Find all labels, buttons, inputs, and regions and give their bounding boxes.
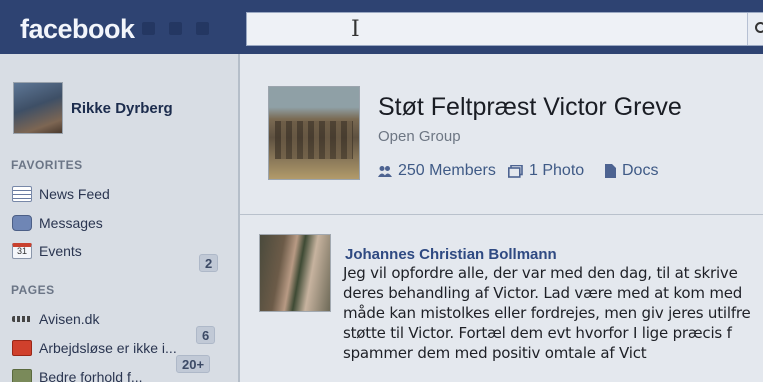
docs-icon	[605, 164, 616, 178]
group-type: Open Group	[378, 128, 461, 145]
left-sidebar: Rikke Dyrberg FAVORITES News Feed Messag…	[0, 54, 238, 382]
sidebar-item-messages[interactable]: Messages	[12, 212, 103, 234]
photos-link[interactable]: 1 Photo	[508, 162, 584, 180]
sidebar-item-label: Bedre forhold f...	[39, 369, 143, 382]
avisen-count-badge: 6	[196, 326, 216, 344]
user-avatar[interactable]	[13, 82, 63, 134]
friend-requests-icon[interactable]	[142, 22, 155, 35]
user-name[interactable]: Rikke Dyrberg	[71, 100, 173, 117]
group-cover-photo[interactable]	[268, 86, 360, 180]
sidebar-item-bedre[interactable]: Bedre forhold f...	[12, 366, 143, 382]
text-cursor-icon: I	[351, 17, 360, 42]
header-divider	[240, 214, 763, 215]
members-count: 250 Members	[398, 162, 496, 179]
page-icon	[12, 369, 32, 382]
group-title[interactable]: Støt Feltpræst Victor Greve	[378, 93, 682, 122]
sidebar-item-label: Avisen.dk	[39, 311, 100, 327]
search-input[interactable]: I	[246, 12, 763, 46]
post-text-line: spammer dem med positiv omtale af Vict	[343, 344, 647, 362]
sidebar-item-events[interactable]: 31 Events	[12, 240, 82, 262]
page-icon	[12, 316, 32, 322]
post-text-line: deres behandling af Victor. Lad være med…	[343, 284, 743, 302]
docs-label: Docs	[622, 162, 659, 179]
sidebar-item-avisen[interactable]: Avisen.dk	[12, 308, 99, 330]
photos-count: 1 Photo	[529, 162, 585, 179]
notification-jewels	[142, 22, 209, 35]
messages-icon[interactable]	[169, 22, 182, 35]
members-link[interactable]: 250 Members	[378, 162, 496, 180]
favorites-heading: FAVORITES	[11, 158, 83, 172]
photos-icon	[508, 164, 523, 178]
notifications-icon[interactable]	[196, 22, 209, 35]
post-text-line: støtte til Victor. Fortæl dem evt hvorfo…	[343, 324, 732, 342]
search-icon	[755, 22, 763, 33]
members-icon	[378, 165, 392, 177]
page-icon	[12, 340, 32, 356]
sidebar-item-label: Events	[39, 243, 82, 259]
news-feed-icon	[12, 186, 32, 202]
post-text-line: Jeg vil opfordre alle, der var med den d…	[343, 264, 738, 282]
search-button[interactable]	[747, 13, 763, 45]
pages-heading: PAGES	[11, 283, 55, 297]
top-bar: facebook I	[0, 0, 763, 54]
messages-icon	[12, 215, 32, 231]
facebook-logo[interactable]: facebook	[20, 14, 135, 45]
docs-link[interactable]: Docs	[605, 162, 658, 180]
sidebar-item-news-feed[interactable]: News Feed	[12, 183, 110, 205]
sidebar-item-label: Arbejdsløse er ikke i...	[39, 340, 177, 356]
main-content: Støt Feltpræst Victor Greve Open Group 2…	[240, 54, 763, 382]
sidebar-item-label: News Feed	[39, 186, 110, 202]
arbejdslose-count-badge: 20+	[176, 355, 211, 373]
sidebar-item-arbejdslose[interactable]: Arbejdsløse er ikke i...	[12, 337, 177, 359]
events-count-badge: 2	[199, 254, 219, 272]
post-text-line: måde kan mistolkes eller fordrejes, men …	[343, 304, 751, 322]
post-author-name[interactable]: Johannes Christian Bollmann	[345, 246, 557, 263]
events-icon: 31	[12, 243, 32, 259]
post-author-avatar[interactable]	[259, 234, 331, 312]
sidebar-item-label: Messages	[39, 215, 103, 231]
